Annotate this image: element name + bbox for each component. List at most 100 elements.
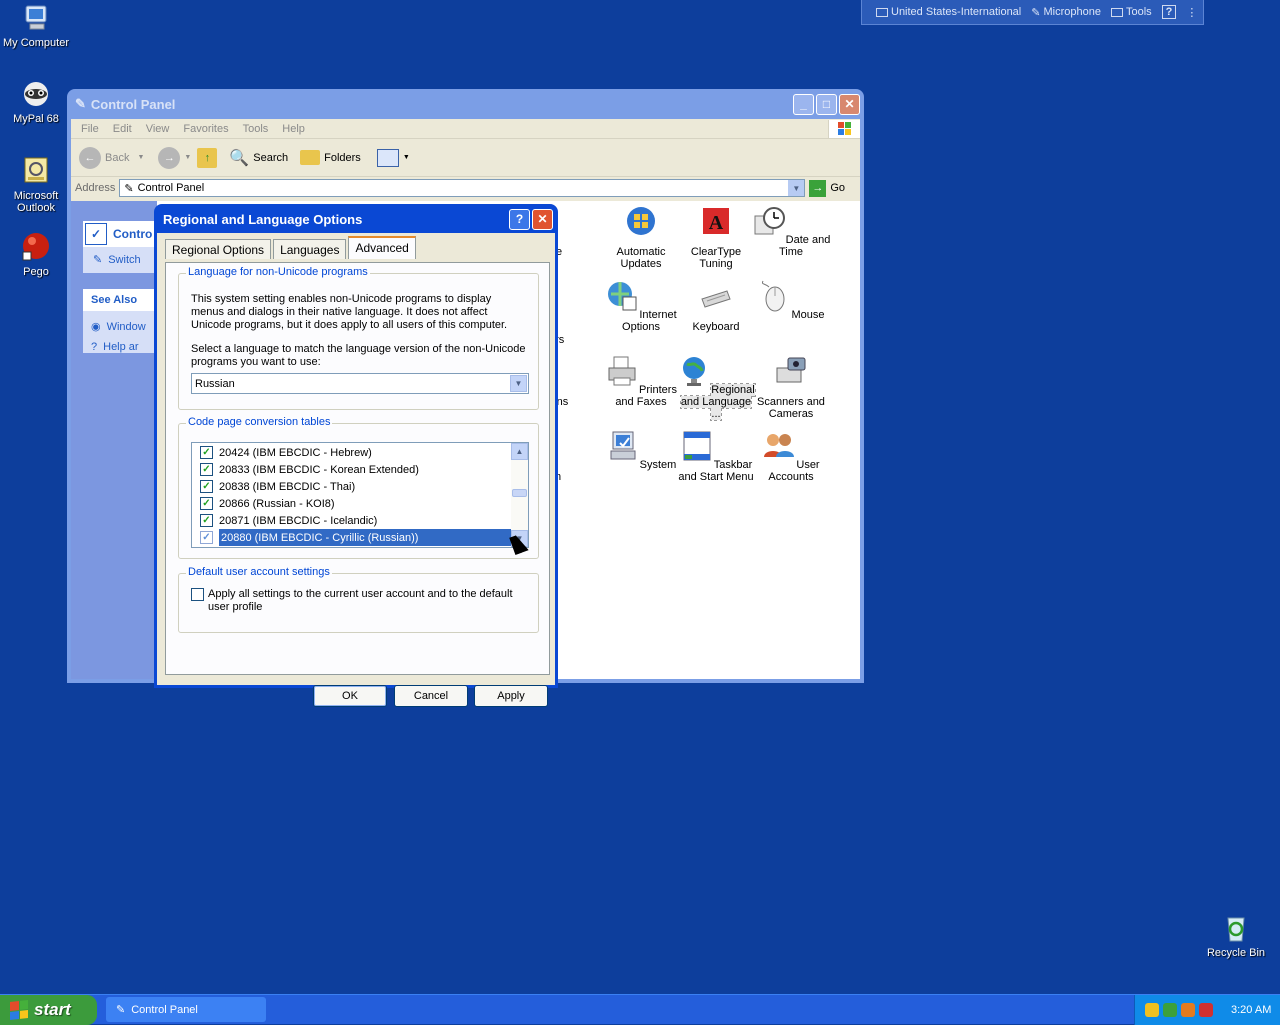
chevron-down-icon: ▼: [184, 154, 192, 161]
list-item[interactable]: ✓ 20833 (IBM EBCDIC - Korean Extended): [192, 461, 510, 478]
taskbar-item-control-panel[interactable]: ✎ Control Panel: [106, 997, 266, 1022]
cp-item-printers-faxes[interactable]: Printers and Faxes: [601, 354, 681, 408]
nonunicode-prompt: Select a language to match the language …: [191, 343, 526, 368]
views-button[interactable]: ▼: [376, 148, 410, 167]
checkbox[interactable]: ✓: [200, 480, 213, 493]
apply-button[interactable]: Apply: [474, 685, 548, 707]
minimize-button[interactable]: _: [793, 93, 814, 115]
up-folder-button[interactable]: ↑: [197, 147, 218, 168]
cp-item-system[interactable]: System: [601, 429, 681, 471]
list-item[interactable]: ✓ 20424 (IBM EBCDIC - Hebrew): [192, 444, 510, 461]
list-item[interactable]: ✓ 20866 (Russian - KOI8): [192, 495, 510, 512]
list-item-selected[interactable]: 20880 (IBM EBCDIC - Cyrillic (Russian)): [219, 529, 515, 546]
desktop-icon-label: Microsoft Outlook: [13, 190, 59, 214]
language-bar: United States-International ✎ Microphone …: [861, 0, 1204, 25]
tab-regional-options[interactable]: Regional Options: [165, 239, 272, 259]
user-accounts-icon: [764, 434, 795, 457]
menu-view[interactable]: View: [146, 123, 170, 135]
desktop-icon-recycle-bin[interactable]: Recycle Bin: [1200, 912, 1272, 959]
control-panel-small-icon: ✎: [116, 1004, 126, 1016]
windows-update-icon: ◉: [91, 321, 101, 333]
search-button[interactable]: 🔍 Search: [229, 148, 288, 168]
security-alert-icon[interactable]: [1199, 1003, 1213, 1017]
network-icon[interactable]: [1163, 1003, 1177, 1017]
switch-view-link[interactable]: ✎ Switch: [83, 247, 155, 267]
close-button[interactable]: ✕: [839, 93, 860, 115]
ok-button[interactable]: OK: [313, 685, 387, 707]
task-label: Control Panel: [131, 1003, 198, 1016]
cp-item-mouse[interactable]: Mouse: [751, 279, 831, 321]
langbar-help-button[interactable]: ?: [1161, 5, 1177, 19]
cp-item-automatic-updates[interactable]: Automatic Updates: [601, 204, 681, 270]
dialog-titlebar[interactable]: Regional and Language Options ? ✕: [157, 204, 555, 234]
keyboard-icon: [701, 290, 731, 308]
shield-icon[interactable]: [1145, 1003, 1159, 1017]
views-icon: [376, 148, 399, 167]
checkbox[interactable]: ✓: [200, 463, 213, 476]
cp-item-regional-language[interactable]: Regional and Language ...: [676, 354, 756, 421]
tab-advanced[interactable]: Advanced: [348, 236, 416, 259]
dialog-body: Regional Options Languages Advanced Lang…: [157, 233, 555, 707]
codepage-scrollbar[interactable]: ▲ ▼: [511, 443, 528, 547]
cp-item-cleartype[interactable]: A ClearType Tuning: [676, 204, 756, 270]
cp-item-keyboard[interactable]: Keyboard: [676, 279, 756, 333]
start-button[interactable]: start: [0, 995, 97, 1025]
desktop-icon-mypal[interactable]: MyPal 68: [0, 78, 72, 125]
see-also-windows-update[interactable]: ◉ Window: [91, 317, 155, 337]
go-button[interactable]: → Go: [809, 179, 845, 197]
microphone-label: Microphone: [1043, 6, 1101, 18]
apply-all-checkbox[interactable]: [191, 588, 204, 601]
cp-item-internet-options[interactable]: Internet Options: [601, 279, 681, 333]
langbar-options-icon[interactable]: ⋮: [1186, 6, 1197, 19]
desktop-icon-pego[interactable]: Pego: [0, 231, 72, 278]
list-item[interactable]: ✓ 20838 (IBM EBCDIC - Thai): [192, 478, 510, 495]
desktop-icon-outlook[interactable]: Microsoft Outlook: [0, 155, 72, 214]
nonunicode-language-select[interactable]: Russian ▼: [191, 373, 529, 394]
control-panel-small-icon: ✎: [124, 182, 134, 195]
back-arrow-icon: ←: [79, 146, 101, 169]
desktop-icon-my-computer[interactable]: My Computer: [0, 2, 72, 49]
tools-button[interactable]: Tools: [1110, 6, 1152, 18]
microphone-button[interactable]: ✎ Microphone: [1031, 6, 1101, 19]
internet-options-icon: [608, 282, 637, 311]
chevron-down-icon[interactable]: ▼: [788, 180, 805, 196]
folders-button[interactable]: Folders: [300, 150, 361, 165]
menu-file[interactable]: File: [81, 123, 99, 135]
menu-favorites[interactable]: Favorites: [183, 123, 228, 135]
dialog-close-button[interactable]: ✕: [532, 208, 553, 230]
menu-edit[interactable]: Edit: [113, 123, 132, 135]
chevron-down-icon[interactable]: ▼: [510, 375, 527, 392]
cp-item-scanners-cameras[interactable]: Scanners and Cameras: [751, 354, 831, 420]
address-input[interactable]: ✎ Control Panel ▼: [119, 179, 806, 197]
list-item[interactable]: ✓ 20871 (IBM EBCDIC - Icelandic): [192, 512, 510, 529]
cancel-button[interactable]: Cancel: [394, 685, 468, 707]
checkbox[interactable]: ✓: [200, 497, 213, 510]
tab-languages[interactable]: Languages: [273, 239, 347, 259]
apply-all-checkbox-row[interactable]: Apply all settings to the current user a…: [191, 588, 521, 614]
checkbox[interactable]: ✓: [200, 531, 213, 544]
back-button[interactable]: ← Back ▼: [79, 146, 144, 169]
scroll-up-icon[interactable]: ▲: [511, 443, 528, 460]
menu-help[interactable]: Help: [282, 123, 305, 135]
cp-item-taskbar-start-menu[interactable]: Taskbar and Start Menu: [676, 429, 756, 483]
clock[interactable]: 3:20 AM: [1231, 1004, 1271, 1016]
menu-tools[interactable]: Tools: [243, 123, 269, 135]
checkbox[interactable]: ✓: [200, 446, 213, 459]
checkbox[interactable]: ✓: [200, 514, 213, 527]
scroll-thumb[interactable]: [512, 489, 527, 497]
switch-label: Switch: [108, 253, 141, 266]
cp-item-date-time[interactable]: Date and Time: [751, 204, 831, 258]
forward-button[interactable]: → ▼: [158, 146, 192, 169]
cp-item-user-accounts[interactable]: User Accounts: [751, 429, 831, 483]
see-also-help[interactable]: ? Help ar: [91, 337, 155, 357]
search-icon[interactable]: [1181, 1003, 1195, 1017]
language-indicator[interactable]: United States-International: [876, 6, 1021, 18]
help-button[interactable]: ?: [509, 208, 530, 230]
apply-all-label: Apply all settings to the current user a…: [208, 588, 513, 613]
outlook-icon: [24, 157, 48, 183]
codepage-list[interactable]: ✓ 20424 (IBM EBCDIC - Hebrew) ✓ 20833 (IBM…: [191, 442, 529, 548]
nonunicode-description: This system setting enables non-Unicode …: [191, 293, 508, 331]
up-folder-icon: ↑: [197, 147, 218, 168]
maximize-button[interactable]: □: [816, 93, 837, 115]
control-panel-titlebar[interactable]: ✎ Control Panel _ □ ✕: [71, 89, 860, 119]
